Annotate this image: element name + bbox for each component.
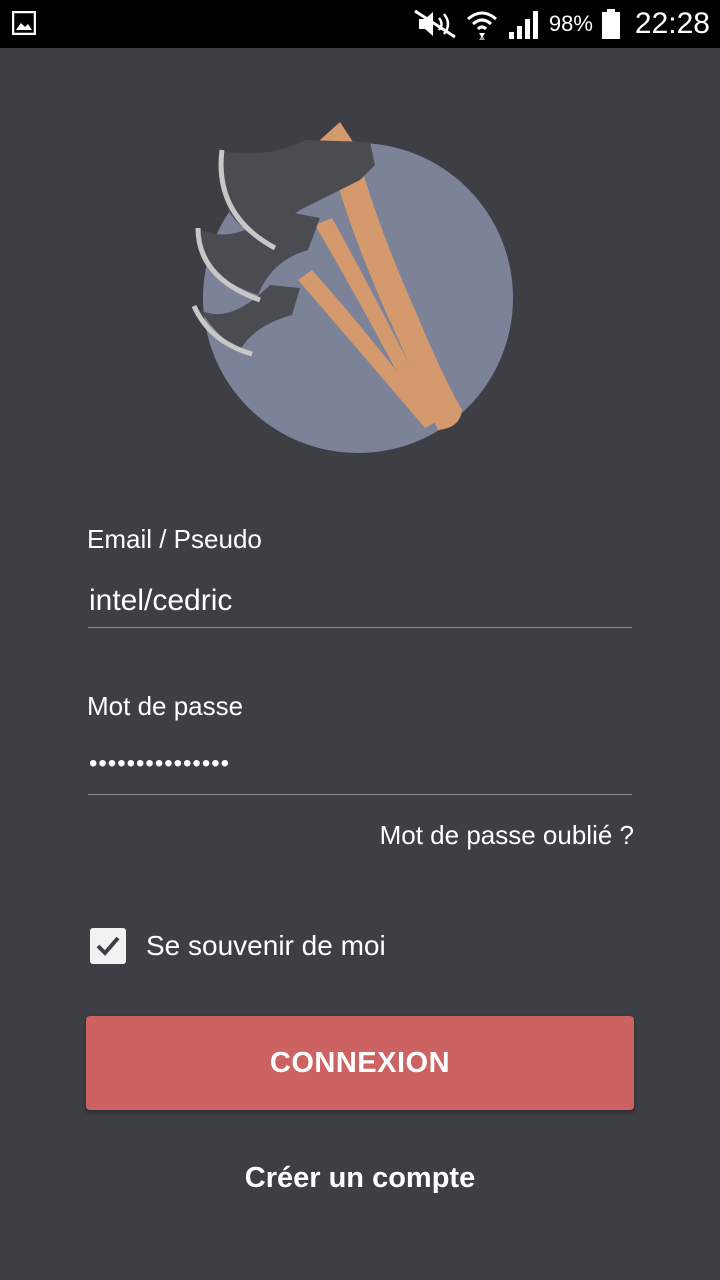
remember-me-row[interactable]: Se souvenir de moi	[90, 928, 386, 964]
signal-icon	[508, 11, 538, 39]
email-label: Email / Pseudo	[87, 524, 262, 554]
axes-logo	[191, 122, 513, 453]
remember-me-checkbox[interactable]	[90, 928, 126, 964]
wifi-icon	[466, 11, 497, 40]
mute-icon	[414, 9, 456, 39]
checkmark-icon	[96, 936, 120, 956]
password-input[interactable]: •••••••••••••••	[89, 750, 632, 778]
status-bar: 98% 22:28	[0, 0, 720, 48]
battery-icon	[601, 9, 620, 39]
login-button[interactable]: CONNEXION	[86, 1016, 634, 1110]
battery-percent: 98%	[548, 11, 593, 36]
email-input[interactable]: intel/cedric	[89, 584, 632, 618]
password-underline	[88, 794, 632, 795]
email-underline	[88, 627, 632, 628]
remember-me-label: Se souvenir de moi	[146, 930, 386, 961]
clock: 22:28	[634, 7, 710, 40]
password-label: Mot de passe	[87, 691, 244, 721]
status-icons: 98% 22:28	[413, 0, 710, 48]
forgot-password-link[interactable]: Mot de passe oublié ?	[380, 820, 634, 851]
gallery-icon	[12, 11, 36, 35]
create-account-link[interactable]: Créer un compte	[0, 1162, 720, 1195]
